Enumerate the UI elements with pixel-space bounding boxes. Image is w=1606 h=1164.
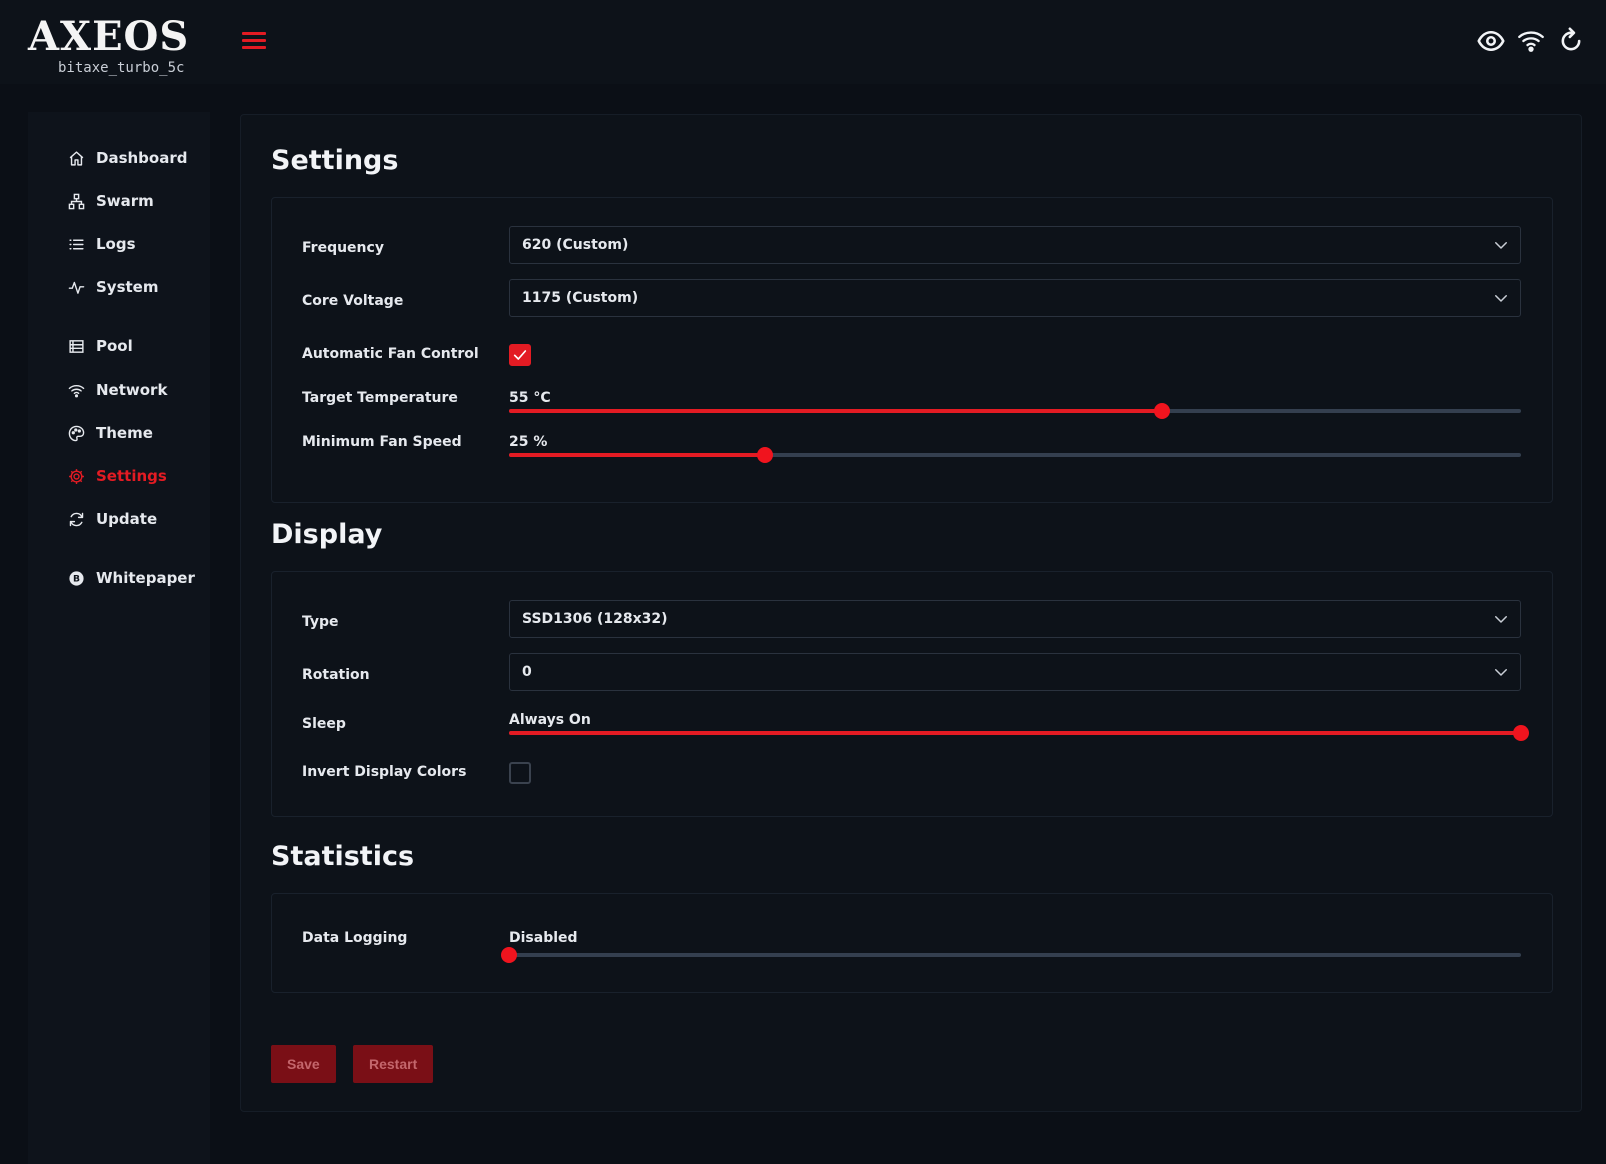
sidebar-item-label: Logs (96, 235, 136, 253)
sidebar-item-whitepaper[interactable]: B Whitepaper (66, 564, 195, 592)
data-logging-value: Disabled (509, 930, 578, 946)
display-card: Type SSD1306 (128x32) Rotation 0 Sleep A… (271, 571, 1553, 817)
sidebar-item-label: Network (96, 381, 168, 399)
data-logging-label: Data Logging (302, 930, 408, 946)
sidebar-item-label: Theme (96, 424, 153, 442)
hamburger-menu-icon[interactable] (242, 30, 268, 52)
sidebar-item-label: Update (96, 510, 158, 528)
sidebar-item-pool[interactable]: Pool (66, 332, 133, 360)
statistics-card: Data Logging Disabled (271, 893, 1553, 993)
wifi-icon[interactable] (1517, 27, 1545, 55)
sidebar-item-label: Pool (96, 337, 133, 355)
sidebar-item-swarm[interactable]: Swarm (66, 187, 154, 215)
sidebar-item-system[interactable]: System (66, 273, 158, 301)
bitcoin-icon: B (66, 568, 86, 588)
sidebar-item-label: Swarm (96, 192, 154, 210)
chevron-down-icon (1495, 295, 1507, 302)
slider-thumb[interactable] (1513, 725, 1529, 741)
display-title: Display (271, 519, 383, 550)
frequency-select[interactable]: 620 (Custom) (509, 226, 1521, 264)
sidebar-item-dashboard[interactable]: Dashboard (66, 144, 187, 172)
min-fan-label: Minimum Fan Speed (302, 434, 462, 450)
list-icon (66, 234, 86, 254)
core-voltage-select[interactable]: 1175 (Custom) (509, 279, 1521, 317)
core-voltage-value: 1175 (Custom) (522, 290, 639, 306)
auto-fan-checkbox[interactable] (509, 344, 531, 366)
sidebar-item-label: Settings (96, 467, 167, 485)
sidebar-item-update[interactable]: Update (66, 505, 157, 533)
statistics-title: Statistics (271, 841, 415, 872)
save-button[interactable]: Save (271, 1045, 336, 1083)
frequency-value: 620 (Custom) (522, 237, 629, 253)
eye-icon[interactable] (1477, 27, 1505, 55)
display-type-select[interactable]: SSD1306 (128x32) (509, 600, 1521, 638)
settings-card: Frequency 620 (Custom) Core Voltage 1175… (271, 197, 1553, 503)
rotation-value: 0 (522, 664, 532, 680)
target-temp-slider[interactable] (509, 402, 1521, 420)
chevron-down-icon (1495, 669, 1507, 676)
sidebar-item-label: System (96, 278, 159, 296)
settings-panel: Settings Frequency 620 (Custom) Core Vol… (240, 114, 1582, 1112)
invert-colors-checkbox[interactable] (509, 762, 531, 784)
axeos-logo[interactable]: AXEOS bitaxe_turbo_5c (28, 12, 198, 76)
server-icon (66, 336, 86, 356)
home-icon (66, 148, 86, 168)
pulse-icon (66, 277, 86, 297)
target-temp-label: Target Temperature (302, 390, 458, 406)
sitemap-icon (66, 191, 86, 211)
sidebar: Dashboard Swarm Logs System Pool Network (28, 112, 210, 1164)
display-type-label: Type (302, 614, 339, 630)
sidebar-item-settings[interactable]: Settings (66, 462, 167, 490)
chevron-down-icon (1495, 242, 1507, 249)
sleep-label: Sleep (302, 716, 346, 732)
sidebar-item-theme[interactable]: Theme (66, 419, 153, 447)
frequency-label: Frequency (302, 240, 384, 256)
rotation-label: Rotation (302, 667, 370, 683)
invert-colors-label: Invert Display Colors (302, 764, 467, 780)
slider-thumb[interactable] (757, 447, 774, 463)
logo-text: AXEOS (28, 13, 190, 60)
sidebar-item-label: Whitepaper (96, 569, 195, 587)
sidebar-item-logs[interactable]: Logs (66, 230, 136, 258)
restart-button[interactable]: Restart (353, 1045, 434, 1083)
device-hostname: bitaxe_turbo_5c (58, 60, 185, 76)
sleep-slider[interactable] (509, 724, 1529, 742)
sync-icon (66, 509, 86, 529)
slider-thumb[interactable] (1153, 403, 1170, 419)
top-bar: AXEOS bitaxe_turbo_5c (0, 0, 1606, 84)
palette-icon (66, 423, 86, 443)
min-fan-slider[interactable] (509, 446, 1521, 464)
svg-text:B: B (72, 573, 79, 584)
core-voltage-label: Core Voltage (302, 293, 404, 309)
gear-icon (66, 466, 86, 486)
sidebar-item-label: Dashboard (96, 149, 188, 167)
rotation-select[interactable]: 0 (509, 653, 1521, 691)
auto-fan-label: Automatic Fan Control (302, 346, 479, 362)
slider-thumb[interactable] (501, 947, 517, 963)
checkmark-icon (513, 350, 527, 360)
data-logging-slider[interactable] (501, 946, 1521, 964)
chevron-down-icon (1495, 616, 1507, 623)
refresh-icon[interactable] (1557, 27, 1585, 55)
settings-title: Settings (271, 145, 399, 176)
display-type-value: SSD1306 (128x32) (522, 611, 668, 627)
sidebar-item-network[interactable]: Network (66, 376, 167, 404)
wifi-icon (66, 380, 86, 400)
